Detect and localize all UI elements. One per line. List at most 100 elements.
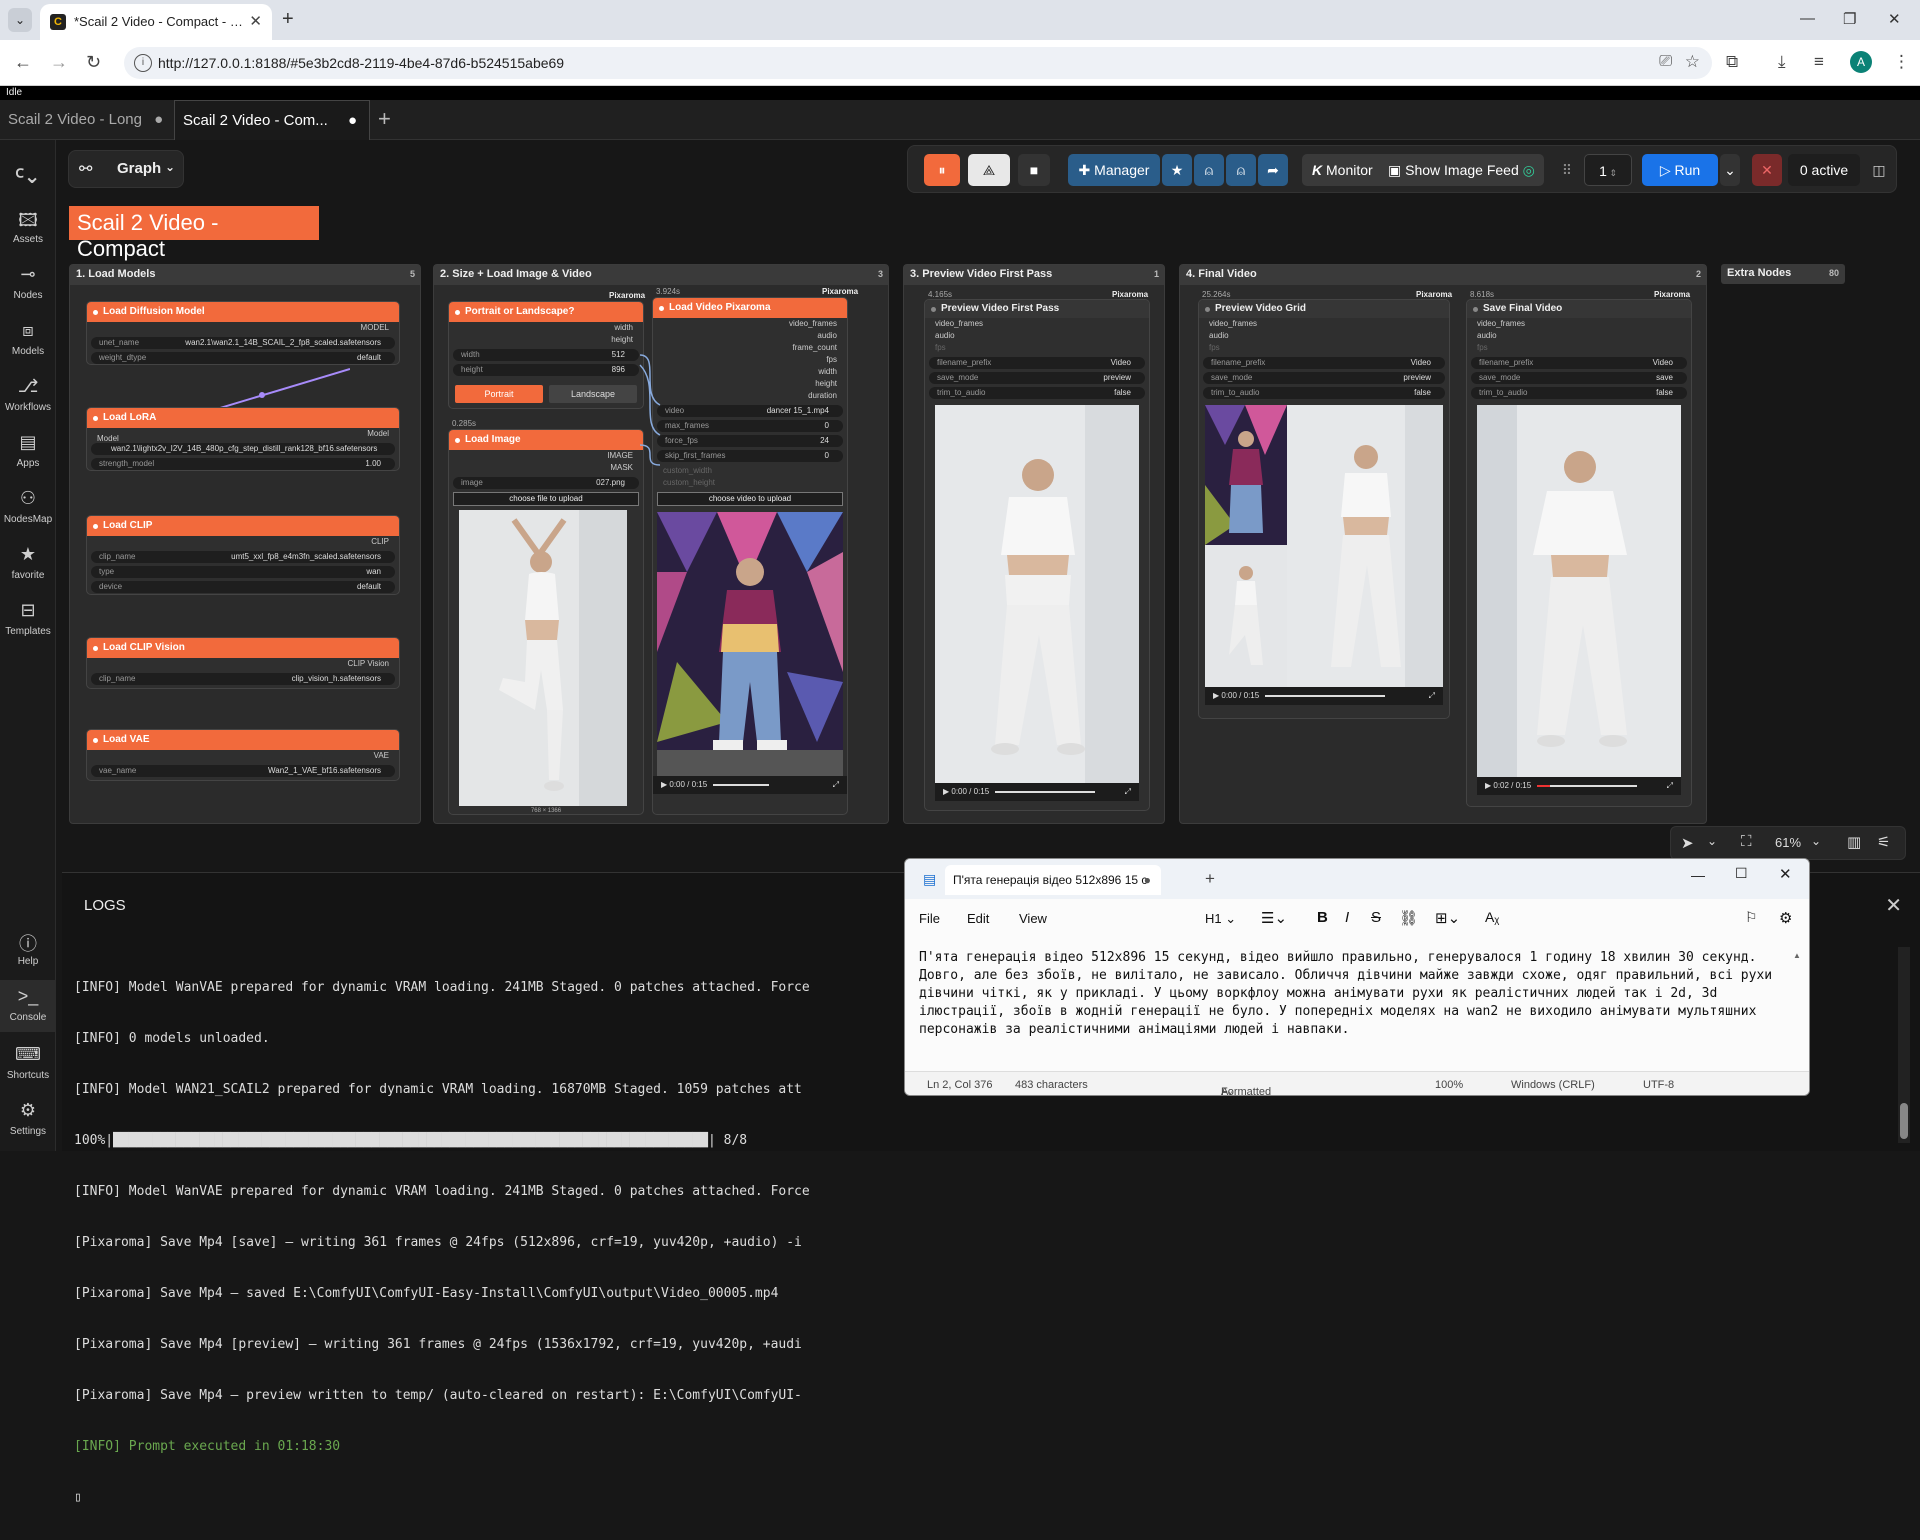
fullscreen-icon[interactable]: ⤢ [833,780,839,790]
graph-menu-button[interactable]: ⚯ Graph ⌄ [68,150,184,188]
node-load-vae[interactable]: Load VAE VAE vae_name Wan2_1_VAE_bf16.saf… [86,729,400,781]
group-extra-nodes[interactable]: Extra Nodes 80 [1721,264,1845,284]
max-frames-widget[interactable]: max_frames 0 [657,420,843,432]
choose-file-button[interactable]: choose file to upload [453,492,639,506]
final-video[interactable] [1477,405,1681,777]
heading-dropdown[interactable]: H1 ⌄ [1205,911,1236,927]
triangle-logo-icon[interactable]: ⟁ [968,154,1010,186]
group-load-models[interactable]: 1. Load Models 5 Load Diffusion Model MOD… [69,264,421,824]
workflow-tab-compact[interactable]: Scail 2 Video - Com... ● [174,100,370,140]
trim-to-audio-widget[interactable]: trim_to_audio false [1203,387,1445,399]
node-output-vae[interactable]: VAE [87,750,399,762]
sidebar-item-apps[interactable]: ▤ Apps [0,432,56,469]
model-icon[interactable]: ⍝ [1194,154,1224,186]
output-video-frames[interactable]: video_frames [653,318,847,330]
output-frame-count[interactable]: frame_count [653,342,847,354]
input-fps[interactable]: fps [1467,342,1691,354]
sidebar-item-assets[interactable]: 🖾 Assets [0,208,56,245]
source-video-player[interactable] [657,512,843,776]
node-output-model[interactable]: Model [367,428,399,440]
chevron-down-icon[interactable]: ⌄ [1811,834,1821,848]
menu-view[interactable]: View [1019,911,1047,926]
video-seek-bar[interactable] [995,790,1096,793]
custom-height-input[interactable]: custom_height [653,477,847,489]
clip-name-widget[interactable]: clip_name umt5_xxl_fp8_e4m3fn_scaled.safe… [91,551,395,563]
output-duration[interactable]: duration [653,390,847,402]
sidebar-item-nodesmap[interactable]: ⚇ NodesMap [0,488,56,525]
save-mode-widget[interactable]: save_mode preview [1203,372,1445,384]
toggle-panel-icon[interactable]: ◫ [1866,154,1892,186]
node-output-mask[interactable]: MASK [449,462,643,474]
monitor-button[interactable]: K Monitor [1312,154,1373,186]
weight-dtype-widget[interactable]: weight_dtype default [91,352,395,364]
browser-tab[interactable]: C *Scail 2 Video - Compact - Com ✕ [40,4,272,40]
input-audio[interactable]: audio [925,330,1149,342]
notepad-text-area[interactable]: П'ята генерація відео 512x896 15 секунд,… [919,949,1799,1039]
install-app-icon[interactable]: ⎚ [1659,53,1672,71]
node-input-model[interactable]: Model [87,434,119,443]
star-toolbar-icon[interactable]: ★ [1162,154,1192,186]
comfy-logo-icon[interactable]: ꟲ⌄ [0,162,56,188]
input-video-frames[interactable]: video_frames [1467,318,1691,330]
new-tab-icon[interactable]: + [1205,869,1215,889]
link-icon[interactable]: ⛓ [1399,909,1418,927]
run-options-chevron-icon[interactable]: ⌄ [1720,154,1740,186]
reading-list-icon[interactable]: ≡ [1814,52,1824,72]
trim-to-audio-widget[interactable]: trim_to_audio false [1471,387,1687,399]
node-output-width[interactable]: width [449,322,643,334]
clip-type-widget[interactable]: type wan [91,566,395,578]
sidebar-item-nodes[interactable]: ⊸ Nodes [0,264,56,301]
sidebar-item-workflows[interactable]: ⎇ Workflows [0,376,56,413]
omnibox[interactable]: i http://127.0.0.1:8188/#5e3b2cd8-2119-4… [124,47,1712,79]
fit-view-icon[interactable]: ⛶ [1741,833,1752,850]
clear-format-icon[interactable]: Aᵪ [1485,909,1499,925]
sidebar-item-settings[interactable]: ⚙ Settings [0,1100,56,1137]
node-load-diffusion-model[interactable]: Load Diffusion Model MODEL unet_name wan2… [86,301,400,365]
forward-icon[interactable]: → [50,52,68,73]
tab-search-icon[interactable]: ⌄ [8,8,32,32]
video-seek-bar[interactable] [1537,784,1638,787]
node-load-video-pixaroma[interactable]: Load Video Pixaroma video_frames audio f… [652,297,848,815]
add-workflow-tab-icon[interactable]: + [378,106,391,132]
video-widget[interactable]: video dancer 15_1.mp4 [657,405,843,417]
workflow-title-note[interactable]: Scail 2 Video - Compact [69,206,319,261]
italic-icon[interactable]: I [1345,909,1349,926]
output-audio[interactable]: audio [653,330,847,342]
menu-edit[interactable]: Edit [967,911,989,926]
notepad-tab[interactable]: П'ята генерація відео 512x896 15 с ● [945,865,1161,895]
video-controls[interactable]: ▶ 0:00 / 0:15 ⤢ [935,783,1139,801]
share-icon[interactable]: ➦ [1258,154,1288,186]
minimize-icon[interactable]: — [1800,10,1815,27]
minimize-icon[interactable]: — [1691,867,1705,883]
run-button[interactable]: ▷ Run [1642,154,1718,186]
workflow-tab-long[interactable]: Scail 2 Video - Long ● [0,100,171,140]
maximize-icon[interactable]: ☐ [1735,865,1748,882]
close-window-icon[interactable]: ✕ [1779,865,1792,883]
download-icon[interactable]: ⤓ [1778,52,1786,72]
input-audio[interactable]: audio [1199,330,1449,342]
sidebar-item-models[interactable]: ⧈ Models [0,320,56,357]
pixaroma-icon[interactable]: ⏸ [924,154,960,186]
clip-device-widget[interactable]: device default [91,581,395,593]
sidebar-item-shortcuts[interactable]: ⌨ Shortcuts [0,1044,56,1081]
strikethrough-icon[interactable]: S [1371,909,1381,926]
group-final-video[interactable]: 4. Final Video 2 25.264s Pixaroma Preview… [1179,264,1707,824]
fullscreen-icon[interactable]: ⤢ [1429,691,1435,701]
video-controls[interactable]: ▶ 0:00 / 0:15 ⤢ [653,776,847,794]
table-icon[interactable]: ⊞⌄ [1435,909,1460,927]
reload-icon[interactable]: ↻ [86,52,101,73]
menu-file[interactable]: File [919,911,940,926]
sidebar-item-favorite[interactable]: ★ favorite [0,544,56,581]
site-info-icon[interactable]: i [134,54,152,72]
drag-handle-icon[interactable]: ⠿ [1558,154,1576,186]
input-video-frames[interactable]: video_frames [1199,318,1449,330]
sidebar-item-templates[interactable]: ⊟ Templates [0,600,56,637]
show-image-feed-button[interactable]: ▣ Show Image Feed ◎ [1388,154,1535,186]
browser-menu-icon[interactable]: ⋮ [1893,52,1910,72]
trim-to-audio-widget[interactable]: trim_to_audio false [929,387,1145,399]
model-alt-icon[interactable]: ⍝ [1226,154,1256,186]
extensions-icon[interactable]: ⧉ [1726,52,1738,72]
chevron-down-icon[interactable]: ⌄ [1707,834,1717,848]
select-tool-icon[interactable]: ➤ [1681,834,1694,852]
terminal-cursor[interactable]: ▯ [74,1489,1074,1506]
